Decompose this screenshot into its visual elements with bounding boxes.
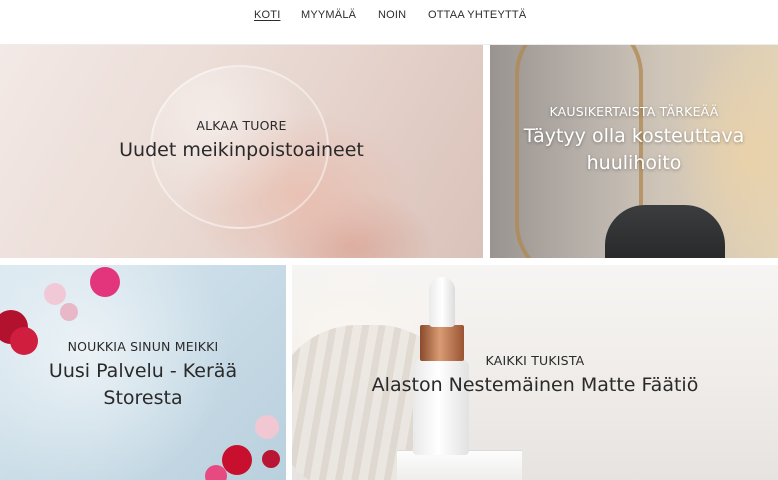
flower-graphic: [60, 303, 78, 321]
dropper-graphic: [429, 277, 455, 327]
tile-heading[interactable]: Alaston Nestemäinen Matte Fäätiö: [292, 372, 778, 399]
flower-graphic: [90, 267, 120, 297]
sweater-graphic: [605, 205, 725, 258]
nav-link-ottaa-yhteytta[interactable]: OTTAA YHTEYTTÄ: [428, 9, 526, 21]
tile-heading[interactable]: Täytyy olla kosteuttava huulihoito: [490, 123, 778, 177]
main-nav: KOTI MYYMÄLÄ NOIN OTTAA YHTEYTTÄ: [0, 9, 778, 23]
top-navigation: KOTI MYYMÄLÄ NOIN OTTAA YHTEYTTÄ: [0, 0, 778, 45]
promo-tile-makeup-removers[interactable]: ALKAA TUORE Uudet meikinpoistoaineet: [0, 45, 483, 258]
promo-tile-pickup-service[interactable]: NOUKKIA SINUN MEIKKI Uusi Palvelu - Kerä…: [0, 265, 286, 480]
nav-link-koti[interactable]: KOTI: [254, 9, 280, 21]
tile-heading-line-2: huulihoito: [586, 152, 682, 174]
tile-caption: NOUKKIA SINUN MEIKKI Uusi Palvelu - Kerä…: [0, 339, 286, 412]
flower-graphic: [262, 450, 280, 468]
tile-eyebrow: NOUKKIA SINUN MEIKKI: [67, 339, 219, 354]
tile-caption: ALKAA TUORE Uudet meikinpoistoaineet: [0, 118, 483, 164]
tile-caption: KAUSIKERTAISTA TÄRKEÄÄ Täytyy olla koste…: [490, 104, 778, 177]
promo-tile-lip-balm[interactable]: KAUSIKERTAISTA TÄRKEÄÄ Täytyy olla koste…: [490, 45, 778, 258]
tile-heading[interactable]: Uusi Palvelu - Kerää Storesta: [0, 358, 286, 412]
tile-caption: KAIKKI TUKISTA Alaston Nestemäinen Matte…: [292, 353, 778, 399]
tile-heading-line-1: Uusi Palvelu - Kerää: [48, 360, 238, 382]
tile-eyebrow: KAIKKI TUKISTA: [485, 353, 585, 368]
nav-link-myymala[interactable]: MYYMÄLÄ: [301, 9, 356, 21]
tile-eyebrow: ALKAA TUORE: [196, 118, 287, 133]
promo-tile-foundation[interactable]: KAIKKI TUKISTA Alaston Nestemäinen Matte…: [292, 265, 778, 480]
flower-graphic: [255, 415, 279, 439]
tile-heading-line-1: Täytyy olla kosteuttava: [523, 125, 745, 147]
flower-graphic: [205, 465, 227, 480]
tile-eyebrow: KAUSIKERTAISTA TÄRKEÄÄ: [549, 104, 719, 119]
flower-graphic: [222, 445, 252, 475]
tile-heading[interactable]: Uudet meikinpoistoaineet: [0, 137, 483, 164]
tile-heading-line-2: Storesta: [103, 387, 183, 409]
flower-graphic: [44, 283, 66, 305]
nav-link-noin[interactable]: NOIN: [378, 9, 406, 21]
